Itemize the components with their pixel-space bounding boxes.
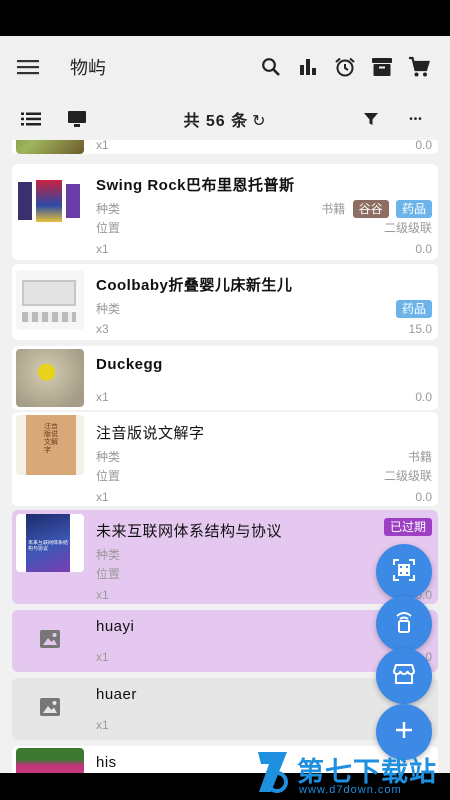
location-row: 位置 二级级联: [96, 219, 432, 237]
item-name: 未来互联网体系结构与协议: [96, 523, 283, 540]
item-thumbnail: 未来互联网体系结构与协议: [16, 514, 84, 572]
kind-value: 书籍: [407, 450, 432, 464]
location-value: 二级级联: [383, 221, 432, 235]
list-item[interactable]: x1 0.0: [12, 140, 438, 154]
item-thumbnail: [16, 349, 84, 407]
alarm-icon[interactable]: [330, 52, 360, 82]
image-placeholder-icon: [40, 697, 60, 721]
item-name: Duckegg: [96, 356, 163, 373]
location-label: 位置: [96, 567, 121, 581]
qty-row: x1 0.0: [96, 140, 432, 154]
list-item[interactable]: huayi x1 0.0: [12, 610, 438, 672]
quantity: x3: [96, 322, 109, 336]
quantity: x1: [96, 650, 109, 664]
item-thumbnail: [16, 178, 84, 236]
more-icon[interactable]: •••: [402, 108, 430, 130]
price: 0.0: [415, 490, 432, 504]
item-thumbnail: [16, 680, 84, 738]
qty-row: x3 15.0: [96, 320, 432, 338]
qty-row: x1 0.0: [96, 240, 432, 258]
app-title: 物屿: [70, 58, 106, 78]
quantity: x1: [96, 390, 109, 404]
item-name: Coolbaby折叠婴儿床新生儿: [96, 277, 293, 294]
nfc-button[interactable]: [376, 596, 432, 652]
bar-chart-icon[interactable]: [293, 52, 323, 82]
quantity: x1: [96, 140, 109, 152]
refresh-icon[interactable]: ↻: [252, 113, 266, 130]
archive-box-icon[interactable]: [367, 52, 397, 82]
menu-icon[interactable]: [16, 55, 40, 79]
scan-icon: [393, 558, 415, 586]
kind-row: 种类 药品: [96, 300, 432, 318]
item-thumbnail: [16, 140, 84, 154]
list-item[interactable]: Swing Rock巴布里恩托普斯 种类 书籍 谷谷 药品 位置 二级级联 x1…: [12, 164, 438, 260]
store-button[interactable]: [376, 648, 432, 704]
item-name: huayi: [96, 618, 135, 635]
list-item[interactable]: Coolbaby折叠婴儿床新生儿 种类 药品 x3 15.0: [12, 264, 438, 340]
monitor-icon[interactable]: [66, 108, 88, 130]
quantity: x1: [96, 490, 109, 504]
kind-label: 种类: [96, 548, 121, 562]
item-thumbnail: [16, 270, 84, 330]
scan-button[interactable]: [376, 544, 432, 600]
kind-row: 种类 书籍: [96, 448, 432, 466]
watermark: 第七下载站 www.d7down.com: [255, 748, 450, 800]
watermark-url: www.d7down.com: [299, 784, 402, 796]
price: 0.0: [415, 242, 432, 256]
location-label: 位置: [96, 221, 121, 235]
image-placeholder-icon: [40, 629, 60, 653]
item-name: Swing Rock巴布里恩托普斯: [96, 177, 295, 194]
location-row: 位置 二级级联: [96, 467, 432, 485]
list-view-icon[interactable]: [20, 108, 42, 130]
app-bar: 物屿: [0, 36, 450, 98]
item-thumbnail: [16, 748, 84, 773]
list-item[interactable]: 注音版说文解字 注音版说文解字 种类 书籍 位置 二级级联 x1 0.0: [12, 412, 438, 506]
kind-label: 种类: [96, 450, 121, 464]
watermark-logo-icon: [258, 752, 288, 793]
qty-row: x1 0.0: [96, 488, 432, 506]
item-name: huaer: [96, 686, 137, 703]
qty-row: x1 0.0: [96, 388, 432, 406]
item-count-label: 共 56 条: [183, 113, 249, 130]
quantity: x1: [96, 718, 109, 732]
tag-badge: 药品: [395, 200, 432, 218]
tag-badge: 谷谷: [352, 200, 389, 218]
item-name: his: [96, 754, 117, 771]
quantity: x1: [96, 588, 109, 602]
kind-values: 药品: [392, 300, 432, 318]
book-cover-text: 未来互联网体系结构与协议: [28, 540, 68, 552]
item-thumbnail: [16, 612, 84, 670]
list-item[interactable]: huaer x1 0.0: [12, 678, 438, 740]
kind-value: 书籍: [321, 202, 346, 216]
kind-label: 种类: [96, 202, 121, 216]
tag-badge: 药品: [395, 300, 432, 318]
list-item[interactable]: 未来互联网体系结构与协议 未来互联网体系结构与协议 已过期 种类 位置 x1 0…: [12, 510, 438, 604]
nfc-icon: [394, 611, 414, 638]
app-screen: 物屿 共 56 条 ↻ ••• x1 0.0 Swing Rock巴布里恩托普斯…: [0, 36, 450, 773]
plus-icon: [395, 721, 413, 744]
item-name: 注音版说文解字: [96, 425, 205, 442]
location-value: 二级级联: [383, 469, 432, 483]
kind-row: 种类 书籍 谷谷 药品: [96, 200, 432, 218]
list-item[interactable]: Duckegg x1 0.0: [12, 346, 438, 410]
dict-cover-text: 注音版说文解字: [44, 423, 58, 454]
cart-icon[interactable]: [404, 52, 434, 82]
list-toolbar: 共 56 条 ↻ •••: [0, 98, 450, 140]
item-thumbnail: 注音版说文解字: [16, 415, 84, 475]
kind-values: 书籍 谷谷 药品: [321, 200, 432, 218]
quantity: x1: [96, 242, 109, 256]
search-icon[interactable]: [256, 52, 286, 82]
price: 15.0: [408, 322, 432, 336]
filter-icon[interactable]: [360, 108, 382, 130]
store-icon: [392, 663, 416, 689]
location-label: 位置: [96, 469, 121, 483]
price: 0.0: [415, 390, 432, 404]
kind-label: 种类: [96, 302, 121, 316]
expired-badge: 已过期: [383, 518, 432, 536]
price: 0.0: [415, 140, 432, 152]
